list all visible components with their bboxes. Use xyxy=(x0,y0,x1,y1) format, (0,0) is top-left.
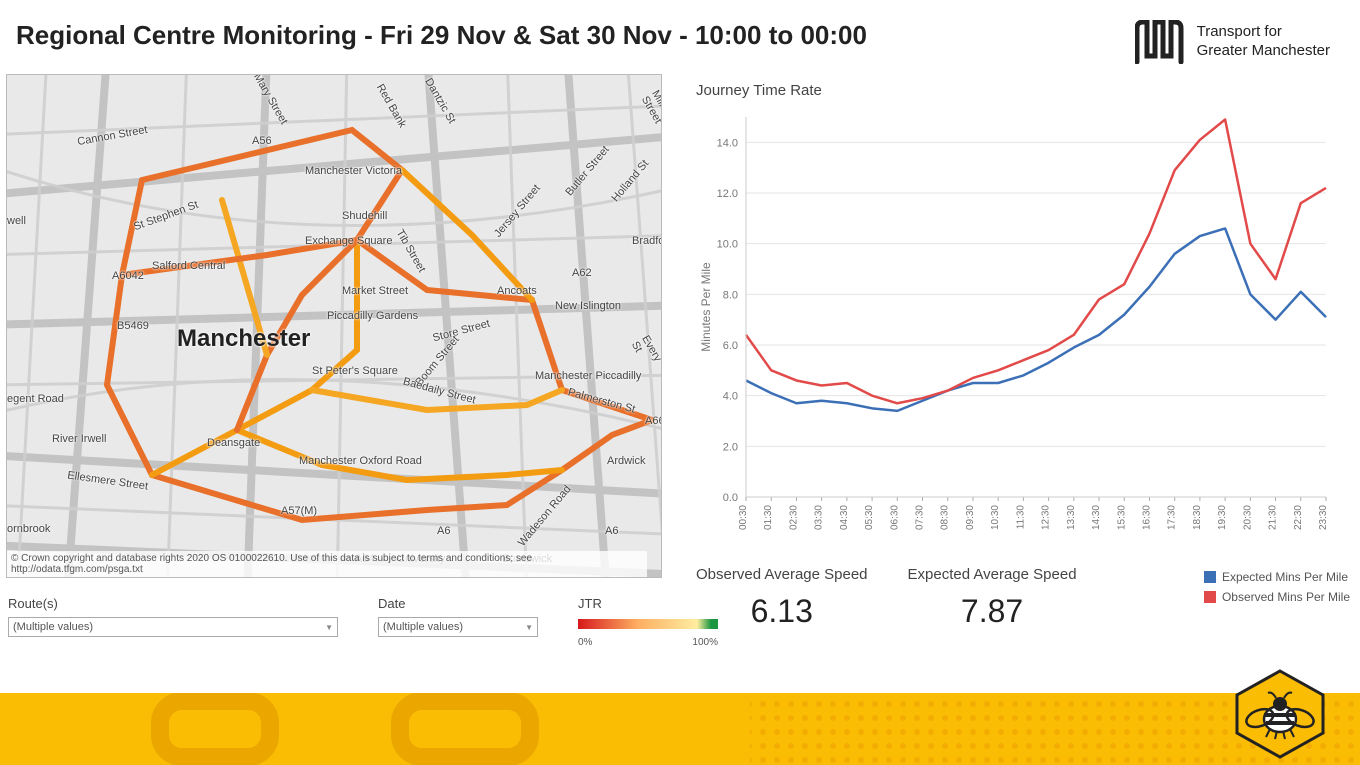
svg-text:12:30: 12:30 xyxy=(1041,505,1052,530)
svg-text:0.0: 0.0 xyxy=(723,492,738,504)
caret-down-icon: ▼ xyxy=(325,623,333,632)
svg-text:17:30: 17:30 xyxy=(1167,505,1178,530)
jtr-min: 0% xyxy=(578,637,592,648)
logo-line2: Greater Manchester xyxy=(1197,42,1330,61)
map-label: A6 xyxy=(605,525,618,537)
date-value: (Multiple values) xyxy=(383,621,463,633)
map-label: New Islington xyxy=(555,300,621,312)
svg-text:8.0: 8.0 xyxy=(723,289,738,301)
map-label: Piccadilly Gardens xyxy=(327,310,418,322)
svg-text:15:30: 15:30 xyxy=(1116,505,1127,530)
map-label: egent Road xyxy=(7,393,64,405)
logo-line1: Transport for xyxy=(1197,23,1330,42)
chart-title: Journey Time Rate xyxy=(696,82,1350,99)
map-label: Salford Central xyxy=(152,260,225,272)
map-label: St Peter's Square xyxy=(312,365,398,377)
svg-text:16:30: 16:30 xyxy=(1141,505,1152,530)
map-label: Shudehill xyxy=(342,210,387,222)
map-label: A665 xyxy=(645,415,662,427)
routes-label: Route(s) xyxy=(8,596,338,611)
svg-text:08:30: 08:30 xyxy=(940,505,951,530)
caret-down-icon: ▼ xyxy=(525,623,533,632)
map-label: Exchange Square xyxy=(305,235,392,247)
expected-speed-label: Expected Average Speed xyxy=(908,566,1077,583)
map-copyright: © Crown copyright and database rights 20… xyxy=(7,551,647,577)
svg-text:2.0: 2.0 xyxy=(723,441,738,453)
map-label: A56 xyxy=(252,135,272,147)
svg-text:21:30: 21:30 xyxy=(1268,505,1279,530)
svg-text:12.0: 12.0 xyxy=(717,188,738,200)
map-label: well xyxy=(7,215,26,227)
map-label: Market Street xyxy=(342,285,408,297)
map-label: Bradfor xyxy=(632,235,662,247)
routes-value: (Multiple values) xyxy=(13,621,93,633)
svg-text:10:30: 10:30 xyxy=(990,505,1001,530)
svg-text:06:30: 06:30 xyxy=(889,505,900,530)
tfgm-logo: Transport for Greater Manchester xyxy=(1135,20,1330,64)
date-label: Date xyxy=(378,596,538,611)
expected-speed-value: 7.87 xyxy=(908,593,1077,630)
legend-swatch-expected xyxy=(1204,571,1216,583)
legend-swatch-observed xyxy=(1204,591,1216,603)
svg-text:02:30: 02:30 xyxy=(788,505,799,530)
svg-text:23:30: 23:30 xyxy=(1318,505,1329,530)
legend-observed: Observed Mins Per Mile xyxy=(1222,590,1350,604)
map-label: A62 xyxy=(572,267,592,279)
map-label: River Irwell xyxy=(52,433,106,445)
svg-text:03:30: 03:30 xyxy=(814,505,825,530)
map-label: Deansgate xyxy=(207,437,260,449)
svg-text:6.0: 6.0 xyxy=(723,340,738,352)
legend-expected: Expected Mins Per Mile xyxy=(1222,570,1348,584)
map-label: A6042 xyxy=(112,270,144,282)
svg-text:01:30: 01:30 xyxy=(763,505,774,530)
svg-text:Minutes Per Mile: Minutes Per Mile xyxy=(699,262,713,352)
route-map[interactable]: Manchester Manchester Victoria Shudehill… xyxy=(6,74,662,578)
map-label: Manchester Oxford Road xyxy=(299,455,422,467)
page-title: Regional Centre Monitoring - Fri 29 Nov … xyxy=(16,20,867,51)
svg-text:19:30: 19:30 xyxy=(1217,505,1228,530)
svg-text:13:30: 13:30 xyxy=(1066,505,1077,530)
svg-text:22:30: 22:30 xyxy=(1293,505,1304,530)
svg-text:09:30: 09:30 xyxy=(965,505,976,530)
svg-text:20:30: 20:30 xyxy=(1242,505,1253,530)
svg-text:04:30: 04:30 xyxy=(839,505,850,530)
footer-band xyxy=(0,683,1360,765)
logo-icon xyxy=(1135,20,1187,64)
map-label: Manchester Piccadilly xyxy=(535,370,641,382)
svg-text:14.0: 14.0 xyxy=(717,137,738,149)
map-label: Ancoats xyxy=(497,285,537,297)
observed-speed-label: Observed Average Speed xyxy=(696,566,868,583)
routes-dropdown[interactable]: (Multiple values) ▼ xyxy=(8,617,338,637)
svg-text:00:30: 00:30 xyxy=(738,505,749,530)
svg-text:14:30: 14:30 xyxy=(1091,505,1102,530)
bee-icon xyxy=(1230,669,1330,759)
map-label: Manchester Victoria xyxy=(305,165,402,177)
observed-speed-value: 6.13 xyxy=(696,593,868,630)
svg-text:07:30: 07:30 xyxy=(915,505,926,530)
map-label: Ardwick xyxy=(607,455,646,467)
map-label: B5469 xyxy=(117,320,149,332)
date-dropdown[interactable]: (Multiple values) ▼ xyxy=(378,617,538,637)
svg-text:05:30: 05:30 xyxy=(864,505,875,530)
line-chart[interactable]: 0.0 2.0 4.0 6.0 8.0 10.0 12.0 14.0 00:30 01:30 02:… xyxy=(696,107,1336,552)
map-label-manchester: Manchester xyxy=(177,325,310,353)
map-label: ornbrook xyxy=(7,523,50,535)
svg-text:10.0: 10.0 xyxy=(717,239,738,251)
svg-text:11:30: 11:30 xyxy=(1015,505,1026,530)
svg-text:18:30: 18:30 xyxy=(1192,505,1203,530)
map-label: A6 xyxy=(437,525,450,537)
chart-legend: Expected Mins Per Mile Observed Mins Per… xyxy=(1204,570,1350,604)
map-label: A57(M) xyxy=(281,505,317,517)
svg-text:4.0: 4.0 xyxy=(723,391,738,403)
